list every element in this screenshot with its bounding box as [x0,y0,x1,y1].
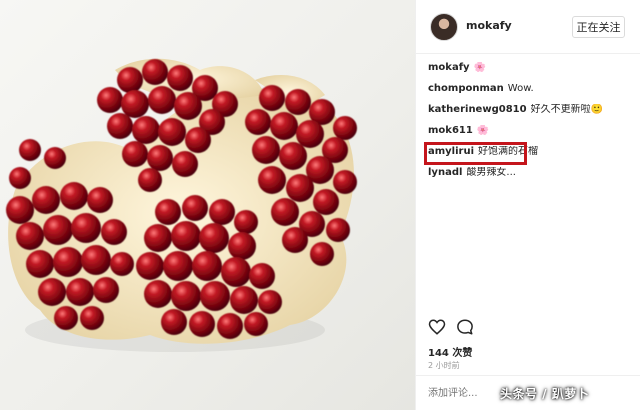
comment-item: chomponman Wow. [428,83,633,95]
pomegranate-image [6,58,357,352]
caption-username[interactable]: mokafy [428,62,470,73]
comment-username[interactable]: mok611 [428,125,473,136]
comment-text: 🌸 [476,125,490,136]
post-sidebar: mokafy 正在关注 mokafy 🌸 chomponman Wow. kathe… [415,0,640,410]
comment-icon[interactable] [456,318,474,336]
caption: mokafy 🌸 [428,62,633,74]
comment-item: mok611 🌸 [428,125,633,137]
highlight-box [424,142,527,165]
comment-text: Wow. [507,83,534,94]
comment-item: katherinewg0810 好久不更新啦🙂 [428,104,633,116]
post-time: 2 小时前 [428,361,460,370]
post-actions [428,318,628,340]
comment-list: mokafy 🌸 chomponman Wow. katherinewg0810 好久… [428,62,633,188]
comment-username[interactable]: lynadl [428,167,462,178]
like-count[interactable]: 144 次赞 [428,344,472,359]
comment-text: 酸男辣女... [466,167,516,178]
watermark: 头条号 / 趴萝卜 [500,387,590,401]
comment-username[interactable]: katherinewg0810 [428,104,527,115]
comment-username[interactable]: chomponman [428,83,504,94]
comment-item: lynadl 酸男辣女... [428,167,633,179]
post-header: mokafy 正在关注 [416,0,640,54]
caption-text: 🌸 [473,62,487,73]
heart-icon[interactable] [428,318,446,336]
comment-text: 好久不更新啦🙂 [530,104,604,115]
post-photo[interactable] [0,0,415,410]
following-button[interactable]: 正在关注 [572,16,625,38]
avatar[interactable] [430,13,458,41]
header-username[interactable]: mokafy [466,19,512,32]
